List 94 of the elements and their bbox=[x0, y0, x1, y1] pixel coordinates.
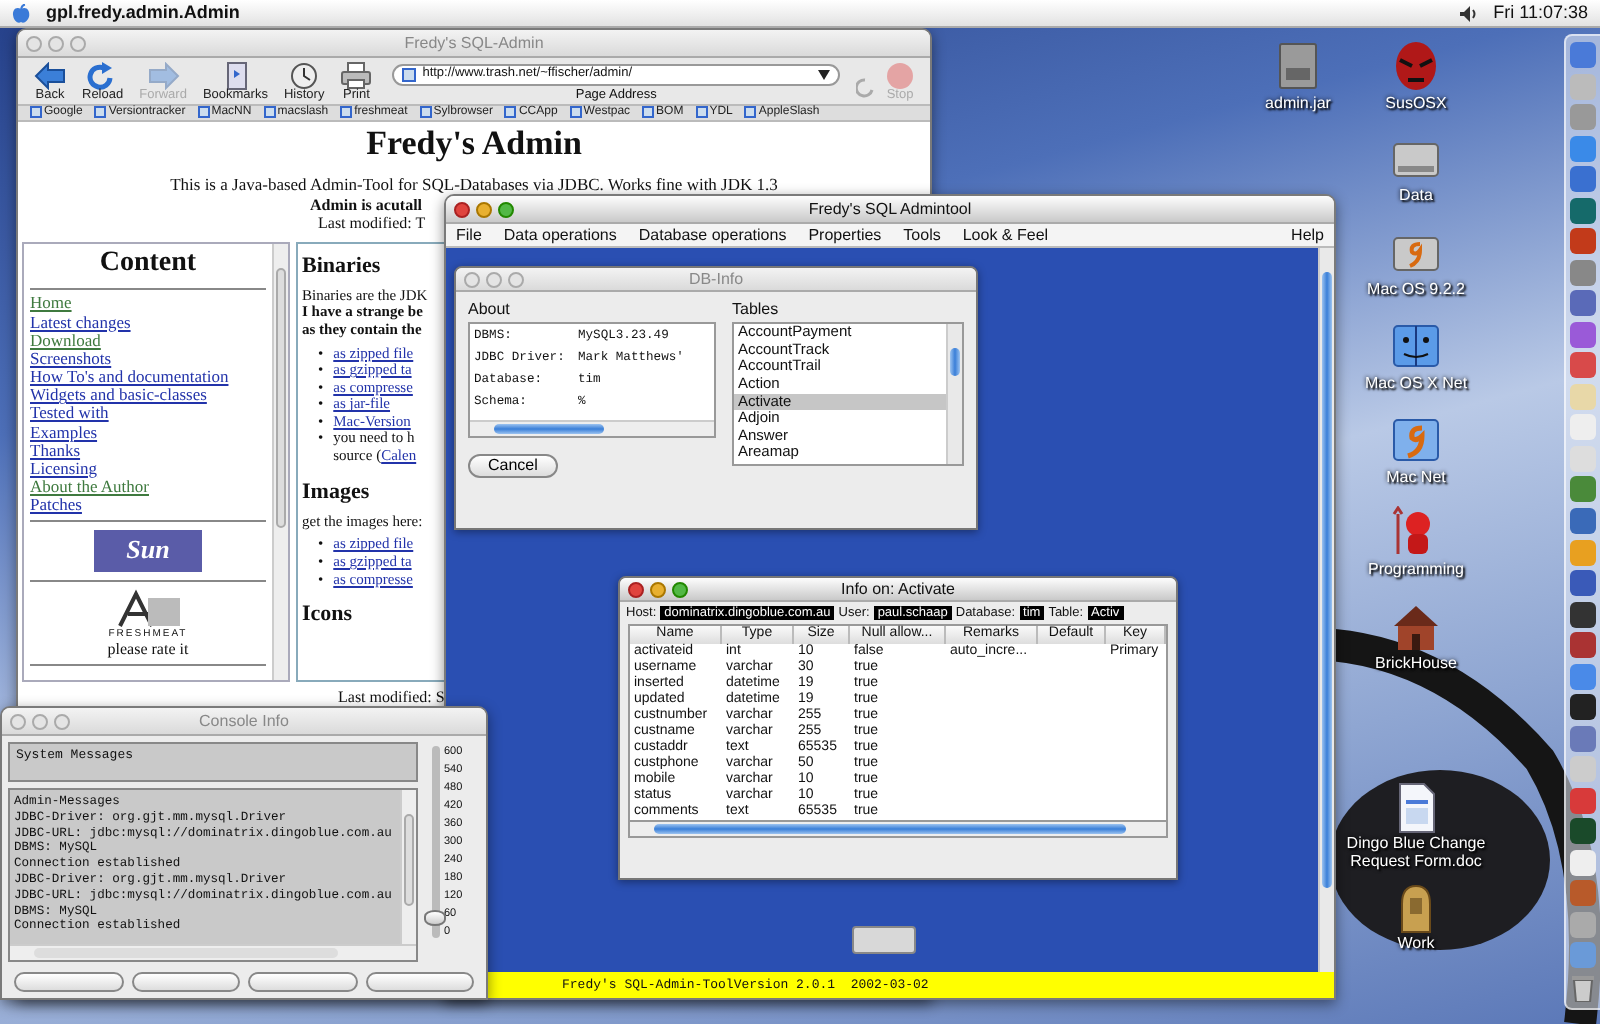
zoom-button[interactable] bbox=[54, 713, 70, 729]
dock-icon[interactable] bbox=[1570, 694, 1596, 721]
zoom-button[interactable] bbox=[508, 271, 524, 287]
scrollbar[interactable] bbox=[10, 944, 416, 960]
zoom-button[interactable] bbox=[70, 35, 86, 51]
dropdown-caret-icon[interactable] bbox=[818, 69, 830, 80]
bookmark-icon bbox=[94, 106, 107, 119]
nav-link[interactable]: Patches bbox=[30, 494, 82, 515]
printer-icon bbox=[340, 61, 373, 89]
button[interactable] bbox=[248, 972, 357, 992]
section-heading: Binaries bbox=[302, 253, 381, 280]
scrollbar[interactable] bbox=[470, 420, 714, 437]
modified-text: Last modified: T bbox=[318, 214, 426, 234]
speaker-icon[interactable] bbox=[1459, 5, 1478, 21]
nav-link[interactable]: About the Author bbox=[30, 476, 149, 497]
section-heading: Images bbox=[302, 479, 370, 506]
nav-link[interactable]: Home bbox=[30, 292, 72, 313]
nav-link[interactable]: Licensing bbox=[30, 458, 98, 479]
close-button[interactable] bbox=[454, 201, 470, 217]
stop-icon bbox=[886, 61, 914, 89]
menu-item[interactable]: Look & Feel bbox=[962, 225, 1049, 245]
button[interactable] bbox=[14, 972, 123, 992]
menu-item[interactable]: Database operations bbox=[638, 225, 787, 245]
bookmark-icon bbox=[695, 106, 708, 119]
scrollbar[interactable] bbox=[272, 243, 288, 680]
bookmark-icon bbox=[569, 106, 582, 119]
close-button[interactable] bbox=[628, 581, 644, 597]
minimize-button[interactable] bbox=[486, 271, 502, 287]
intro-text: This is a Java-based Admin-Tool for SQL-Databases via JDBC. Works fine with JDK 1.3 bbox=[168, 176, 780, 197]
minimize-button[interactable] bbox=[476, 201, 492, 217]
menu-item[interactable]: Tools bbox=[903, 225, 941, 245]
nav-link[interactable]: How To's and documentation bbox=[30, 366, 229, 387]
right-arrow-icon bbox=[147, 61, 180, 89]
bookmark-icon bbox=[419, 106, 432, 119]
nav-link[interactable]: Thanks bbox=[30, 439, 81, 460]
page-icon bbox=[402, 67, 417, 82]
section-label: Tables bbox=[732, 300, 781, 319]
cancel-button[interactable]: Cancel bbox=[468, 454, 558, 479]
app-menu[interactable]: gpl.fredy.admin.Admin bbox=[46, 2, 240, 24]
bookmark-icon bbox=[642, 106, 655, 119]
bookmark-icon bbox=[30, 106, 42, 119]
minimize-button[interactable] bbox=[650, 581, 666, 597]
nav-link[interactable]: Screenshots bbox=[30, 347, 112, 368]
nav-link[interactable]: Widgets and basic-classes bbox=[30, 384, 207, 405]
bookmark-icon bbox=[197, 106, 210, 119]
zoom-button[interactable] bbox=[672, 581, 688, 597]
bookmark-icon bbox=[340, 106, 353, 119]
logo[interactable]: Sun bbox=[94, 529, 202, 572]
apple-icon[interactable] bbox=[12, 3, 30, 23]
window-title: Info on: Activate bbox=[839, 579, 957, 599]
section-heading: Icons bbox=[302, 602, 353, 629]
nav-link[interactable]: Tested with bbox=[30, 402, 109, 423]
scrollbar[interactable] bbox=[400, 790, 416, 944]
minimize-button[interactable] bbox=[48, 35, 64, 51]
page-heading: Fredy's Admin bbox=[364, 124, 584, 165]
minimized-window-icon[interactable] bbox=[852, 926, 916, 954]
dock-icon[interactable] bbox=[1570, 601, 1596, 628]
window-title: DB-Info bbox=[686, 269, 746, 289]
bookmark-icon bbox=[263, 106, 276, 119]
spinner-icon bbox=[856, 78, 874, 102]
menu-item[interactable]: File bbox=[456, 225, 482, 245]
scrollbar[interactable] bbox=[1318, 248, 1334, 972]
menu-item[interactable]: Properties bbox=[808, 225, 882, 245]
icon-label[interactable]: Dingo Blue Change Request Form.doc bbox=[1342, 834, 1490, 870]
bookmark-icon bbox=[504, 106, 517, 119]
icon-label[interactable]: SusOSX bbox=[1385, 94, 1447, 112]
bookmark-icon bbox=[744, 106, 757, 119]
frame-heading: Content bbox=[97, 247, 199, 281]
minimize-button[interactable] bbox=[32, 713, 48, 729]
rate-text: please rate it bbox=[107, 640, 189, 660]
window-title: Console Info bbox=[197, 711, 291, 731]
slider-thumb[interactable] bbox=[424, 910, 446, 927]
icon-label[interactable]: Work bbox=[1397, 934, 1435, 952]
trash-icon[interactable] bbox=[1570, 973, 1596, 1002]
menu-bar-clock[interactable]: Fri 11:07:38 bbox=[1493, 2, 1588, 24]
scrollbar[interactable] bbox=[628, 822, 1168, 839]
notice-text: Admin is acutall bbox=[310, 196, 423, 215]
section-label: About bbox=[468, 300, 512, 319]
dock-icon[interactable] bbox=[1570, 818, 1596, 845]
window-title: Fredy's SQL Admintool bbox=[806, 199, 974, 219]
nav-link[interactable]: Download bbox=[30, 329, 101, 350]
menu-item[interactable]: Help bbox=[1291, 225, 1324, 245]
nav-link[interactable]: Examples bbox=[30, 421, 98, 442]
dock-icon[interactable] bbox=[1570, 570, 1596, 597]
scrollbar[interactable] bbox=[946, 324, 962, 465]
zoom-button[interactable] bbox=[498, 201, 514, 217]
menu-item[interactable]: Data operations bbox=[503, 225, 617, 245]
button[interactable] bbox=[131, 972, 240, 992]
icon-label[interactable]: admin.jar bbox=[1265, 94, 1331, 112]
nav-link[interactable]: Latest changes bbox=[30, 311, 131, 332]
left-arrow-icon bbox=[34, 61, 66, 89]
button[interactable] bbox=[365, 972, 474, 992]
window-title: Fredy's SQL-Admin bbox=[402, 33, 546, 53]
modified-text: Last modified: S bbox=[338, 687, 445, 706]
